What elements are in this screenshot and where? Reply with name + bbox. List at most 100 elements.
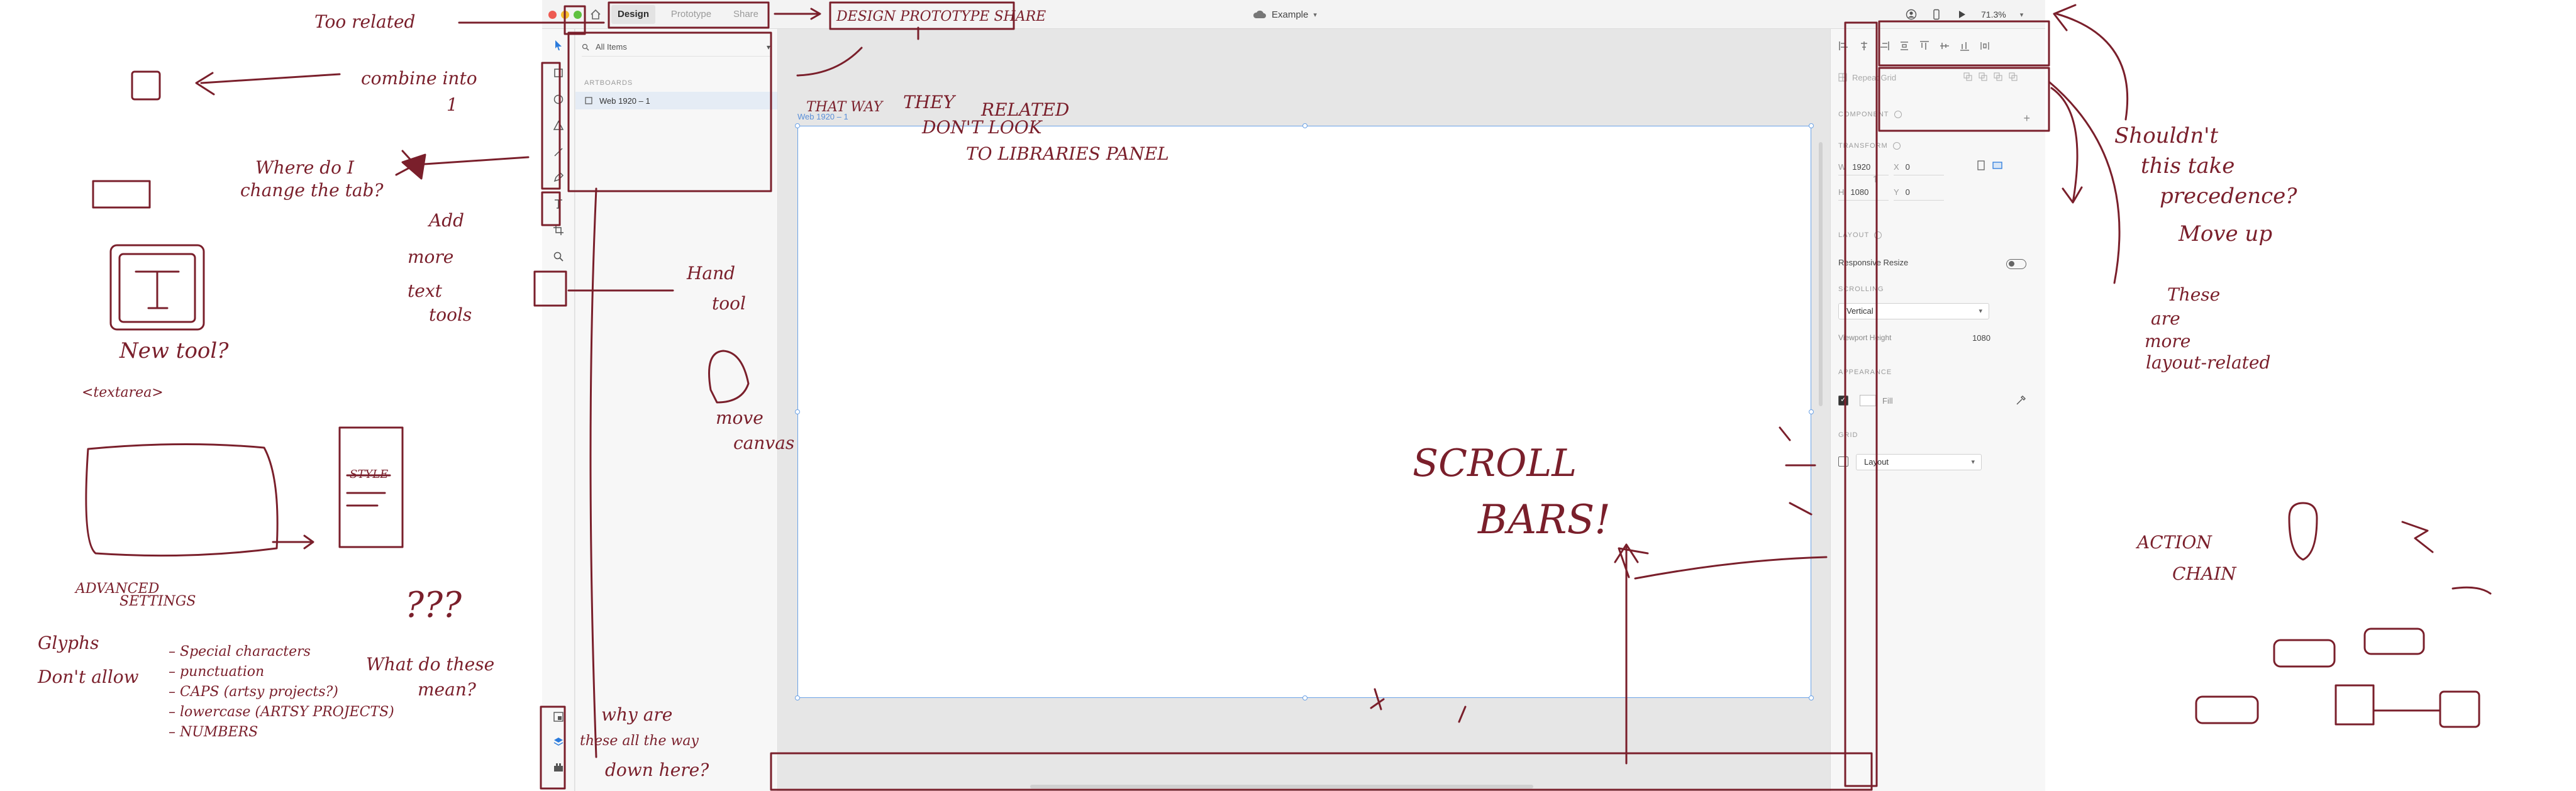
subtract-shape-icon[interactable] bbox=[1978, 72, 1988, 82]
rectangle-tool[interactable] bbox=[550, 64, 567, 82]
sketch-node bbox=[2439, 690, 2480, 728]
layers-panel-button[interactable] bbox=[550, 733, 567, 751]
tab-design[interactable]: Design bbox=[611, 5, 655, 24]
home-icon[interactable] bbox=[589, 8, 602, 21]
scrolling-select[interactable]: Vertical ▾ bbox=[1838, 303, 1989, 319]
grid-section: GRID bbox=[1838, 431, 1858, 439]
tab-share[interactable]: Share bbox=[726, 5, 766, 24]
grid-checkbox[interactable] bbox=[1838, 456, 1848, 467]
minimize-window-button[interactable] bbox=[561, 11, 569, 19]
transform-section-label: TRANSFORM bbox=[1838, 142, 1888, 150]
ellipse-icon bbox=[553, 94, 564, 104]
landscape-icon[interactable] bbox=[1992, 160, 2003, 171]
align-middle-icon[interactable] bbox=[1939, 40, 1950, 52]
resize-handle[interactable] bbox=[1302, 123, 1307, 128]
repeat-grid-button[interactable]: Repeat Grid bbox=[1838, 68, 1896, 87]
user-icon[interactable] bbox=[1906, 9, 1917, 20]
eyedropper-icon[interactable] bbox=[2015, 395, 2026, 406]
add-component-button[interactable]: + bbox=[2023, 112, 2030, 125]
pen-tool[interactable] bbox=[550, 169, 567, 186]
zoom-level[interactable]: 71.3% bbox=[1981, 9, 2006, 19]
note-chain: CHAIN bbox=[2172, 563, 2236, 584]
tab-prototype[interactable]: Prototype bbox=[662, 5, 721, 24]
sketch-link-bolt bbox=[2195, 695, 2259, 724]
align-center-icon[interactable] bbox=[1858, 40, 1870, 52]
note-change-the-tab: change the tab? bbox=[240, 180, 384, 201]
fill-checkbox[interactable] bbox=[1838, 395, 1848, 406]
scrolling-section: SCROLLING bbox=[1838, 285, 1884, 293]
title-bar-right-controls: 71.3% ▾ bbox=[1906, 6, 2023, 23]
grid-type-select[interactable]: Layout ▾ bbox=[1856, 454, 1982, 470]
info-icon[interactable] bbox=[1874, 231, 1882, 239]
arrow-curve bbox=[2053, 4, 2129, 121]
grid-icon bbox=[1838, 73, 1847, 82]
zoom-chevron-icon[interactable]: ▾ bbox=[2020, 11, 2024, 19]
artboard[interactable] bbox=[795, 123, 1814, 700]
align-top-icon[interactable] bbox=[1919, 40, 1930, 52]
distribute-icon[interactable] bbox=[1899, 40, 1910, 52]
align-left-icon[interactable] bbox=[1838, 40, 1850, 52]
component-section-label: COMPONENT bbox=[1838, 111, 1889, 118]
portrait-icon[interactable] bbox=[1975, 160, 1987, 171]
chevron-down-icon: ▾ bbox=[1979, 307, 1982, 315]
layers-filter[interactable]: All Items ▾ bbox=[582, 38, 770, 57]
horizontal-scrollbar[interactable] bbox=[1030, 785, 1533, 788]
resize-handle[interactable] bbox=[1809, 409, 1814, 414]
lock-aspect-icon[interactable] bbox=[1871, 175, 1880, 184]
resize-handle[interactable] bbox=[1809, 695, 1814, 700]
sketch-node bbox=[2334, 684, 2375, 726]
resize-handle[interactable] bbox=[795, 123, 800, 128]
note-list-special: – Special characters bbox=[169, 644, 311, 660]
height-key: H bbox=[1838, 187, 1845, 197]
x-field[interactable]: X0 bbox=[1894, 162, 1944, 175]
info-icon[interactable] bbox=[1894, 111, 1902, 118]
width-field[interactable]: W 1920 bbox=[1838, 162, 1889, 175]
pointer-icon bbox=[555, 40, 562, 50]
resize-handle[interactable] bbox=[1302, 695, 1307, 700]
close-window-button[interactable] bbox=[548, 11, 557, 19]
vertical-scrollbar[interactable] bbox=[1819, 142, 1823, 406]
document-title-menu[interactable]: Example ▾ bbox=[1253, 8, 1317, 21]
intersect-shape-icon[interactable] bbox=[1993, 72, 2003, 82]
device-preview-icon[interactable] bbox=[1931, 9, 1942, 20]
resize-handle[interactable] bbox=[1809, 123, 1814, 128]
design-canvas[interactable]: Web 1920 – 1 bbox=[779, 29, 1830, 791]
sketch-link bbox=[2273, 639, 2336, 668]
viewport-height-field[interactable]: 1080 bbox=[1960, 333, 1990, 343]
search-icon bbox=[582, 43, 589, 50]
assets-panel-button[interactable] bbox=[550, 708, 567, 726]
polygon-tool[interactable] bbox=[550, 117, 567, 135]
line-tool[interactable] bbox=[550, 143, 567, 161]
note-these-all-the-way: these all the way bbox=[580, 733, 699, 749]
resize-handle[interactable] bbox=[795, 695, 800, 700]
artboard-tool[interactable] bbox=[550, 221, 567, 239]
note-too-related: Too related bbox=[314, 11, 416, 32]
repeat-grid-label: Repeat Grid bbox=[1852, 72, 1897, 82]
plugins-panel-button[interactable] bbox=[550, 758, 567, 776]
play-icon[interactable] bbox=[1956, 9, 1967, 20]
chevron-down-icon: ▾ bbox=[1313, 11, 1317, 19]
y-field[interactable]: Y0 bbox=[1894, 187, 1944, 201]
exclude-shape-icon[interactable] bbox=[2008, 72, 2018, 82]
property-inspector: Repeat Grid COMPONENT + TRANSFORM W 1920 … bbox=[1830, 29, 2045, 791]
layer-item-artboard[interactable]: Web 1920 – 1 bbox=[575, 92, 777, 109]
sketch-text-glyph bbox=[135, 270, 180, 309]
fill-color-swatch[interactable] bbox=[1860, 395, 1876, 406]
ellipse-tool[interactable] bbox=[550, 91, 567, 108]
appearance-section-label: APPEARANCE bbox=[1838, 368, 1892, 376]
align-bottom-icon[interactable] bbox=[1959, 40, 1970, 52]
align-right-icon[interactable] bbox=[1879, 40, 1890, 52]
select-tool[interactable] bbox=[550, 36, 567, 54]
chevron-down-icon: ▾ bbox=[766, 42, 770, 52]
transform-section: TRANSFORM bbox=[1838, 142, 1901, 150]
text-tool[interactable] bbox=[550, 195, 567, 213]
responsive-resize-toggle[interactable] bbox=[2006, 259, 2026, 269]
height-field[interactable]: H 1080 bbox=[1838, 187, 1889, 201]
maximize-window-button[interactable] bbox=[574, 11, 582, 19]
resize-handle[interactable] bbox=[795, 409, 800, 414]
add-shape-icon[interactable] bbox=[1963, 72, 1973, 82]
info-icon[interactable] bbox=[1892, 142, 1901, 150]
zoom-tool[interactable] bbox=[550, 248, 567, 265]
distribute-vertical-icon[interactable] bbox=[1979, 40, 1990, 52]
artboard-icon bbox=[553, 225, 564, 235]
